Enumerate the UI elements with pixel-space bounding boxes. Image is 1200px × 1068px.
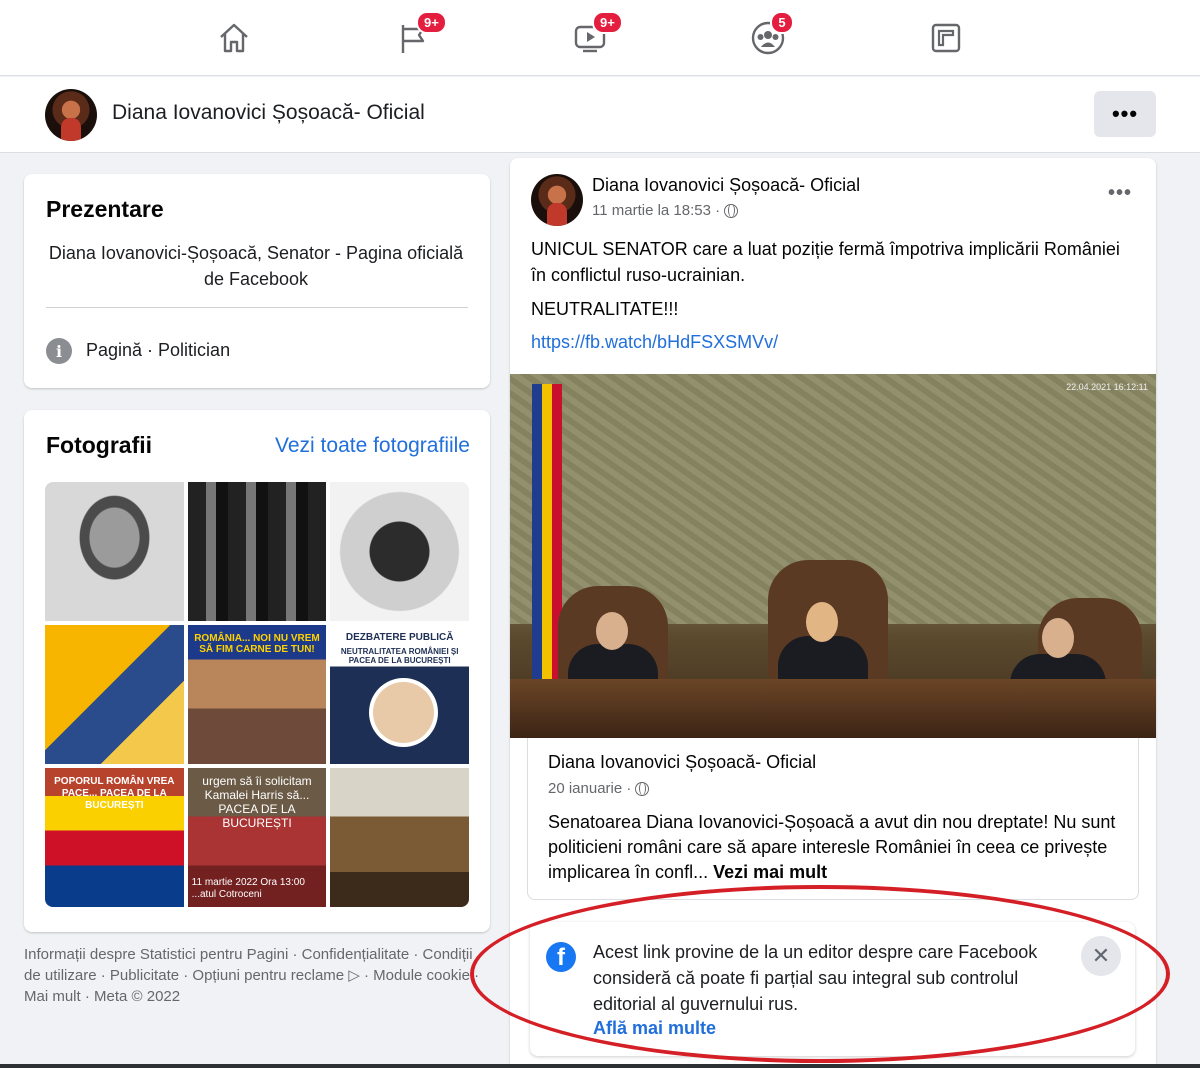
nav-gaming[interactable] bbox=[928, 20, 964, 56]
post-author[interactable]: Diana Iovanovici Șoșoacă- Oficial bbox=[592, 175, 860, 196]
post-text: NEUTRALITATE!!! bbox=[531, 299, 679, 319]
divider bbox=[46, 307, 468, 308]
photo-thumbnail[interactable]: urgem să îi solicitam Kamalei Harris să.… bbox=[187, 768, 327, 907]
post-options-button[interactable]: ••• bbox=[1108, 182, 1132, 205]
see-all-photos-link[interactable]: Vezi toate fotografiile bbox=[275, 434, 470, 458]
see-more-link[interactable]: Vezi mai mult bbox=[713, 862, 827, 882]
info-icon: i bbox=[46, 338, 72, 364]
photo-caption: POPORUL ROMÂN VREA PACE... PACEA DE LA B… bbox=[54, 776, 175, 811]
home-icon bbox=[220, 23, 248, 53]
page-category: Pagină · Politician bbox=[86, 340, 231, 360]
bottom-edge bbox=[0, 1064, 1200, 1068]
photos-title: Fotografii bbox=[46, 432, 153, 458]
intro-description: Diana Iovanovici-Șoșoacă, Senator - Pagi… bbox=[48, 243, 464, 289]
photo-thumbnail[interactable] bbox=[45, 625, 184, 764]
learn-more-link[interactable]: Află mai multe bbox=[593, 1018, 716, 1039]
globe-icon bbox=[635, 781, 650, 796]
photo-thumbnail[interactable]: POPORUL ROMÂN VREA PACE... PACEA DE LA B… bbox=[45, 768, 184, 907]
video-timestamp: 22.04.2021 16:12:11 bbox=[1066, 382, 1148, 392]
notice-text: Acest link provine de la un editor despr… bbox=[593, 942, 1038, 1014]
nav-home[interactable] bbox=[216, 20, 252, 56]
photo-caption: ROMÂNIA... NOI NU VREM SĂ FIM CARNE DE T… bbox=[194, 633, 320, 655]
photo-thumbnail[interactable] bbox=[330, 768, 469, 907]
photos-card: Fotografii Vezi toate fotografiile ROMÂN… bbox=[24, 410, 490, 932]
desk bbox=[510, 679, 1156, 738]
person-head bbox=[596, 612, 628, 650]
intro-title: Prezentare bbox=[46, 196, 164, 222]
post-meta: 11 martie la 18:53 · bbox=[592, 202, 739, 219]
photo-thumbnail[interactable]: DEZBATERE PUBLICĂ NEUTRALITATEA ROMÂNIEI… bbox=[330, 625, 469, 764]
globe-icon bbox=[724, 203, 739, 218]
post-text: UNICUL SENATOR care a luat poziție fermă… bbox=[531, 239, 1120, 285]
photo-grid: ROMÂNIA... NOI NU VREM SĂ FIM CARNE DE T… bbox=[45, 482, 469, 907]
state-media-notice: f Acest link provine de la un editor des… bbox=[530, 922, 1135, 1056]
nav-groups[interactable]: 5 bbox=[750, 11, 794, 56]
page-more-button[interactable]: ••• bbox=[1094, 91, 1156, 137]
photo-caption: DEZBATERE PUBLICĂ bbox=[345, 632, 454, 643]
page-avatar[interactable] bbox=[45, 89, 97, 141]
photo-caption: urgem să îi solicitam Kamalei Harris să.… bbox=[202, 774, 312, 830]
top-navigation: 9+ 9+ 5 bbox=[0, 0, 1200, 76]
photo-thumbnail[interactable] bbox=[45, 482, 184, 621]
shared-post-text: Senatoarea Diana Iovanovici-Șoșoacă a av… bbox=[548, 810, 1128, 885]
post-time[interactable]: 11 martie la 18:53 · bbox=[592, 202, 720, 219]
photo-thumbnail[interactable] bbox=[330, 482, 469, 621]
pages-badge: 9+ bbox=[416, 11, 447, 34]
gaming-icon bbox=[931, 23, 961, 53]
facebook-logo-icon: f bbox=[546, 942, 576, 972]
page-header: Diana Iovanovici Șoșoacă- Oficial ••• bbox=[0, 77, 1200, 153]
nav-pages[interactable]: 9+ bbox=[396, 11, 447, 56]
photo-thumbnail[interactable]: ROMÂNIA... NOI NU VREM SĂ FIM CARNE DE T… bbox=[187, 625, 327, 764]
photo-thumbnail[interactable] bbox=[187, 482, 327, 621]
person-head bbox=[1042, 618, 1074, 658]
post-author-avatar[interactable] bbox=[531, 174, 583, 226]
video-thumbnail[interactable]: 22.04.2021 16:12:11 bbox=[510, 374, 1156, 738]
photo-caption: NEUTRALITATEA ROMÂNIEI ȘI PACEA DE LA BU… bbox=[340, 647, 459, 665]
page-name[interactable]: Diana Iovanovici Șoșoacă- Oficial bbox=[112, 101, 425, 125]
close-icon[interactable]: ✕ bbox=[1081, 936, 1121, 976]
watch-badge: 9+ bbox=[592, 11, 623, 34]
post-link[interactable]: https://fb.watch/bHdFSXSMVv/ bbox=[531, 332, 778, 353]
shared-post-author[interactable]: Diana Iovanovici Șoșoacă- Oficial bbox=[548, 752, 816, 773]
nav-watch[interactable]: 9+ bbox=[572, 11, 623, 56]
intro-card: Prezentare Diana Iovanovici-Șoșoacă, Sen… bbox=[24, 174, 490, 388]
shared-post-body: Senatoarea Diana Iovanovici-Șoșoacă a av… bbox=[548, 812, 1116, 882]
page-footer-links[interactable]: Informații despre Statistici pentru Pagi… bbox=[24, 944, 484, 1007]
photo-caption: 11 martie 2022 Ora 13:00 ...atul Cotroce… bbox=[191, 877, 305, 900]
shared-post-meta: 20 ianuarie · bbox=[548, 780, 650, 797]
person-head bbox=[806, 602, 838, 642]
groups-badge: 5 bbox=[770, 11, 794, 34]
shared-post-date[interactable]: 20 ianuarie · bbox=[548, 780, 631, 797]
shared-post-preview[interactable]: Diana Iovanovici Șoșoacă- Oficial 20 ian… bbox=[527, 738, 1139, 900]
